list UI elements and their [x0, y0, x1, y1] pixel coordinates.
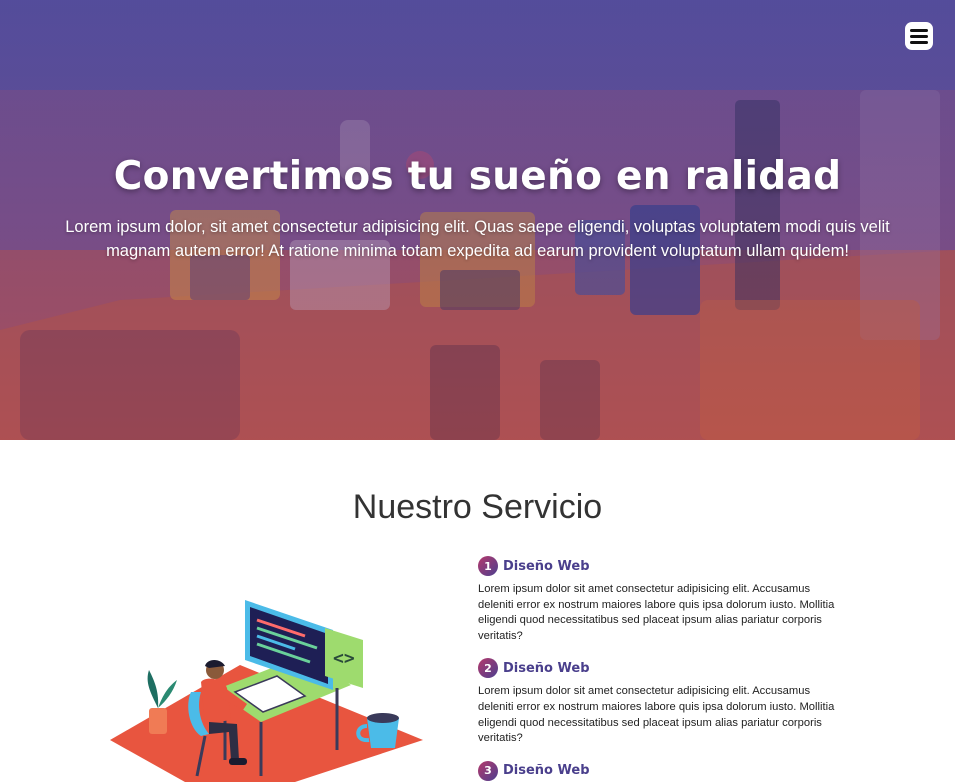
service-item: 3 Diseño Web: [478, 760, 848, 781]
hero-title: Convertimos tu sueño en ralidad: [113, 154, 842, 199]
service-number-badge: 1: [478, 556, 498, 576]
service-item: 1 Diseño Web Lorem ipsum dolor sit amet …: [478, 556, 848, 644]
services-title: Nuestro Servicio: [352, 488, 603, 526]
service-heading: 3 Diseño Web: [478, 760, 848, 781]
service-number-badge: 2: [478, 658, 498, 679]
hamburger-menu-icon[interactable]: [905, 22, 933, 50]
hero-content: Convertimos tu sueño en ralidad Lorem ip…: [60, 154, 895, 263]
developer-illustration: <>: [110, 600, 423, 782]
service-name: Diseño Web: [503, 763, 590, 779]
service-description: Lorem ipsum dolor sit amet consectetur a…: [478, 685, 835, 745]
hero-section: Convertimos tu sueño en ralidad Lorem ip…: [0, 0, 955, 440]
svg-text:<>: <>: [333, 648, 355, 669]
service-description: Lorem ipsum dolor sit amet consectetur a…: [478, 583, 835, 642]
service-name: Diseño Web: [503, 660, 590, 676]
service-heading: 2 Diseño Web: [478, 658, 848, 679]
service-item: 2 Diseño Web Lorem ipsum dolor sit amet …: [478, 658, 848, 746]
service-heading: 1 Diseño Web: [478, 556, 848, 576]
hero-text: Lorem ipsum dolor, sit amet consectetur …: [65, 218, 890, 260]
services-section: Nuestro Servicio <> 1 Diseño Web Lorem i…: [0, 440, 955, 782]
service-list: 1 Diseño Web Lorem ipsum dolor sit amet …: [478, 556, 848, 782]
service-number-badge: 3: [478, 760, 498, 781]
service-name: Diseño Web: [503, 558, 590, 574]
